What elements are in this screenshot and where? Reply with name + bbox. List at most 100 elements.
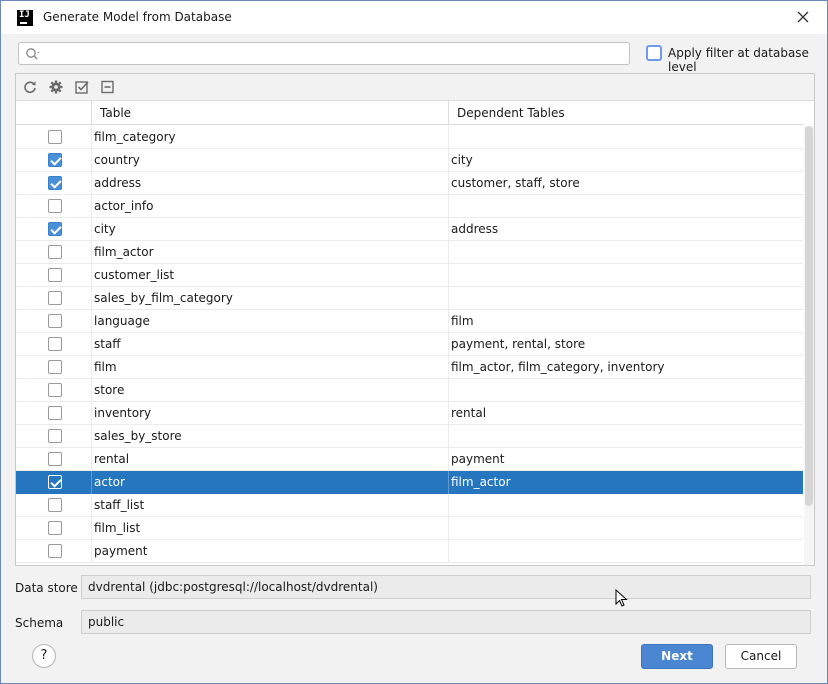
data-store-label: Data store	[15, 581, 78, 595]
row-checkbox[interactable]	[48, 268, 62, 282]
collapse-icon[interactable]	[100, 79, 116, 95]
table-row[interactable]: customer_list	[16, 264, 803, 287]
next-button[interactable]: Next	[641, 644, 713, 669]
search-field[interactable]	[18, 42, 630, 65]
table-row[interactable]: film_list	[16, 517, 803, 540]
row-checkbox[interactable]	[48, 383, 62, 397]
cell-divider	[448, 149, 449, 172]
cell-divider	[448, 218, 449, 241]
cell-divider	[448, 540, 449, 563]
cell-divider	[91, 517, 92, 540]
table-name-cell: film_actor	[94, 245, 154, 259]
table-row[interactable]: film_actor	[16, 241, 803, 264]
table-row[interactable]: inventory rental	[16, 402, 803, 425]
cancel-button[interactable]: Cancel	[725, 644, 797, 669]
dialog-window: IJ Generate Model from Database Apply fi…	[0, 0, 828, 684]
table-row[interactable]: staff_list	[16, 494, 803, 517]
gear-icon[interactable]	[48, 79, 64, 95]
table-name-cell: country	[94, 153, 140, 167]
schema-field: public	[81, 610, 811, 634]
cell-divider	[91, 218, 92, 241]
vertical-scrollbar[interactable]	[804, 126, 814, 565]
cell-divider	[448, 172, 449, 195]
table-row[interactable]: country city	[16, 149, 803, 172]
table-row[interactable]: sales_by_film_category	[16, 287, 803, 310]
table-row[interactable]: language film	[16, 310, 803, 333]
column-divider	[91, 101, 92, 125]
search-input[interactable]	[45, 45, 625, 62]
table-row[interactable]: staff payment, rental, store	[16, 333, 803, 356]
refresh-icon[interactable]	[22, 79, 38, 95]
cell-divider	[448, 287, 449, 310]
cell-divider	[91, 333, 92, 356]
apply-filter-label: Apply filter at database level	[668, 46, 809, 74]
cell-divider	[91, 264, 92, 287]
row-checkbox[interactable]	[48, 222, 62, 236]
cell-divider	[448, 425, 449, 448]
row-checkbox[interactable]	[48, 153, 62, 167]
cell-divider	[91, 356, 92, 379]
row-checkbox[interactable]	[48, 360, 62, 374]
cell-divider	[91, 126, 92, 149]
cell-divider	[448, 310, 449, 333]
row-checkbox[interactable]	[48, 176, 62, 190]
table-name-cell: rental	[94, 452, 130, 466]
check-all-icon[interactable]	[74, 79, 90, 95]
row-checkbox[interactable]	[48, 475, 62, 489]
table-name-cell: staff	[94, 337, 121, 351]
cell-divider	[448, 494, 449, 517]
table-row[interactable]: store	[16, 379, 803, 402]
row-checkbox[interactable]	[48, 544, 62, 558]
row-checkbox[interactable]	[48, 452, 62, 466]
table-row[interactable]: rental payment	[16, 448, 803, 471]
table-row[interactable]: payment	[16, 540, 803, 563]
help-button[interactable]: ?	[32, 644, 56, 668]
scrollbar-thumb[interactable]	[805, 126, 813, 506]
cell-divider	[91, 494, 92, 517]
search-icon	[26, 48, 40, 60]
cell-divider	[91, 287, 92, 310]
table-name-cell: store	[94, 383, 125, 397]
apply-filter-checkbox[interactable]	[646, 45, 662, 61]
table-row[interactable]: film_category	[16, 126, 803, 149]
row-checkbox[interactable]	[48, 291, 62, 305]
table-column-header[interactable]: Table	[100, 101, 131, 125]
row-checkbox[interactable]	[48, 314, 62, 328]
dependent-tables-cell: film_actor, film_category, inventory	[451, 360, 665, 374]
row-checkbox[interactable]	[48, 199, 62, 213]
cell-divider	[91, 310, 92, 333]
table-name-cell: customer_list	[94, 268, 175, 282]
close-button[interactable]	[791, 6, 815, 28]
cell-divider	[448, 471, 449, 494]
dependent-tables-cell: rental	[451, 406, 487, 420]
row-checkbox[interactable]	[48, 130, 62, 144]
row-checkbox[interactable]	[48, 521, 62, 535]
table-name-cell: language	[94, 314, 150, 328]
cell-divider	[448, 402, 449, 425]
cell-divider	[448, 126, 449, 149]
table-name-cell: city	[94, 222, 116, 236]
dependent-tables-cell: address	[451, 222, 499, 236]
table-name-cell: staff_list	[94, 498, 145, 512]
dependent-tables-cell: film	[451, 314, 474, 328]
row-checkbox[interactable]	[48, 245, 62, 259]
close-icon	[797, 11, 809, 23]
table-row[interactable]: actor film_actor	[16, 471, 803, 494]
column-divider[interactable]	[448, 101, 449, 125]
row-checkbox[interactable]	[48, 498, 62, 512]
cell-divider	[91, 172, 92, 195]
window-title: Generate Model from Database	[43, 10, 232, 24]
table-row[interactable]: film film_actor, film_category, inventory	[16, 356, 803, 379]
dependent-tables-column-header[interactable]: Dependent Tables	[457, 101, 565, 125]
table-row[interactable]: city address	[16, 218, 803, 241]
row-checkbox[interactable]	[48, 337, 62, 351]
row-checkbox[interactable]	[48, 429, 62, 443]
cell-divider	[448, 517, 449, 540]
row-checkbox[interactable]	[48, 406, 62, 420]
table-row[interactable]: address customer, staff, store	[16, 172, 803, 195]
table-row[interactable]: sales_by_store	[16, 425, 803, 448]
table-row[interactable]: actor_info	[16, 195, 803, 218]
cell-divider	[91, 540, 92, 563]
cell-divider	[91, 195, 92, 218]
table-panel: Table Dependent Tables film_category coun…	[15, 73, 815, 566]
